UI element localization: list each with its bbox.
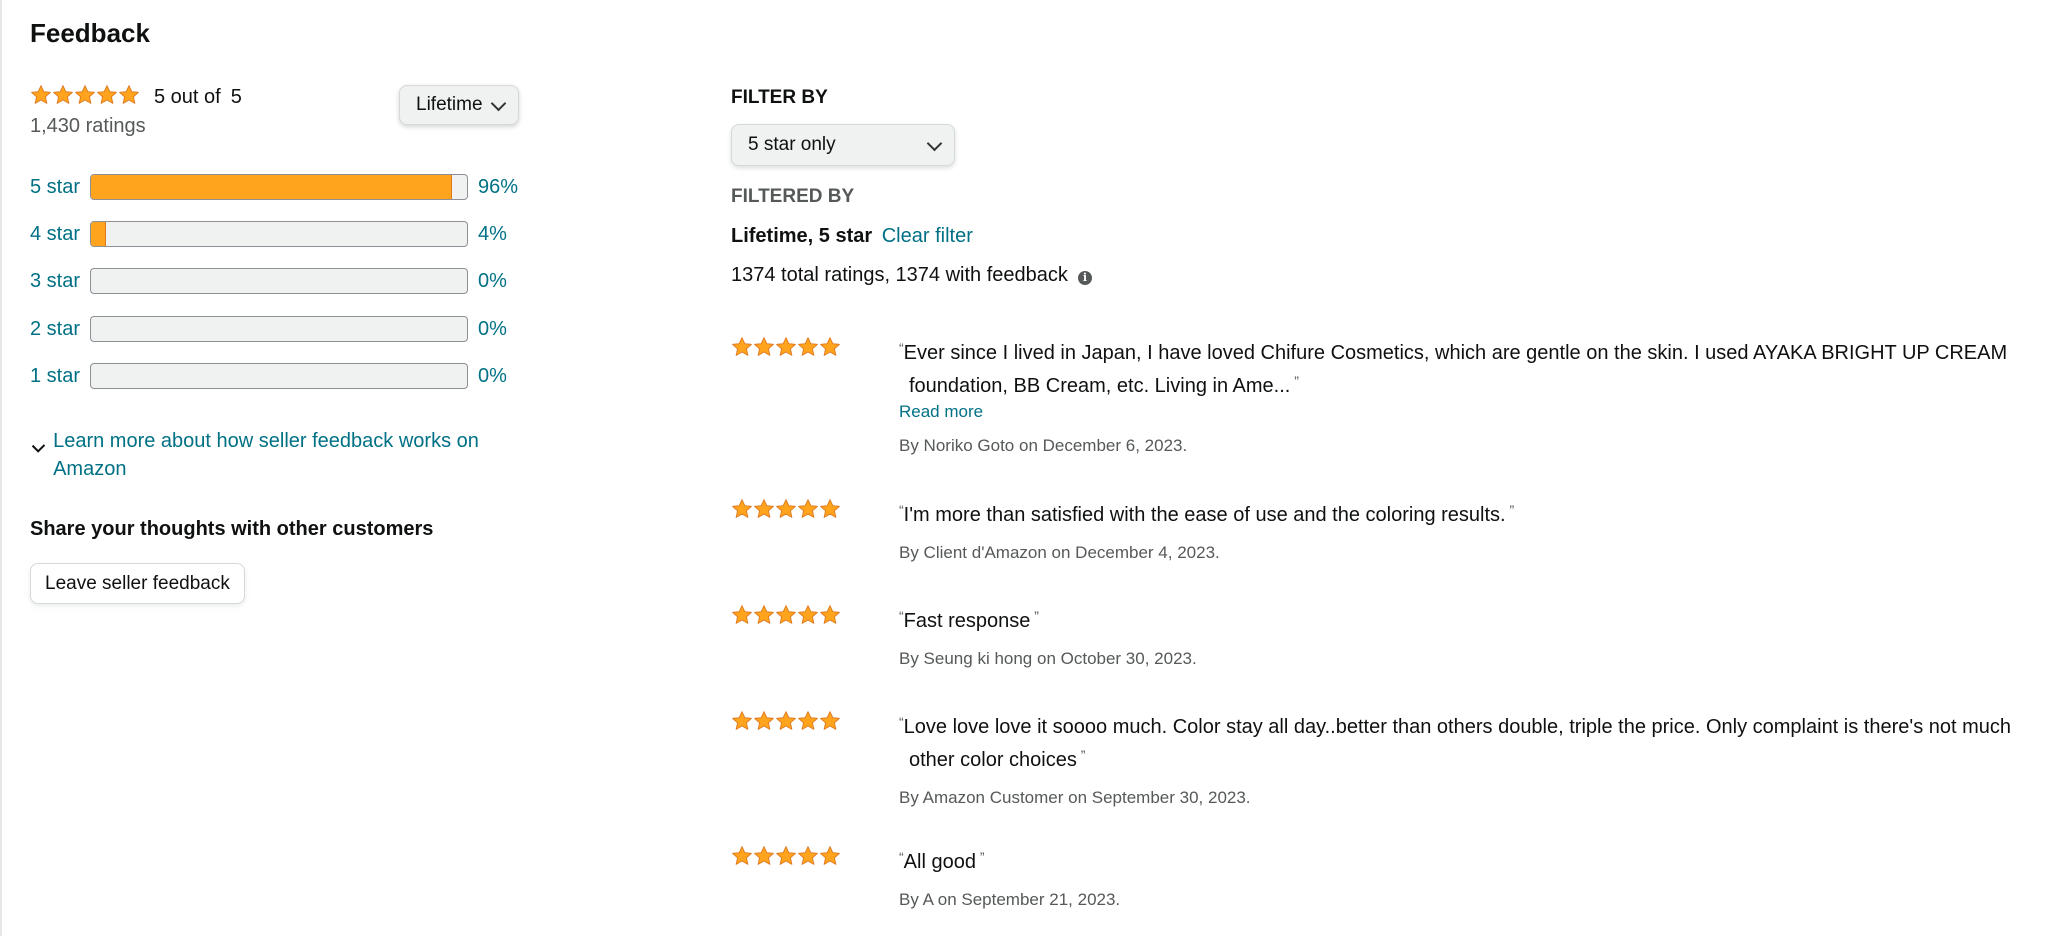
star-icon — [797, 710, 819, 732]
feedback-page: Feedback 5 out of 5 1,430 ratings Lifetim… — [0, 0, 2051, 936]
rating-summary-panel: 5 out of 5 1,430 ratings Lifetime 5 star … — [30, 0, 530, 936]
histogram-fill — [91, 222, 107, 246]
histogram-label[interactable]: 2 star — [30, 318, 90, 341]
star-icon — [731, 710, 753, 732]
rating-out-of: 5 out of 5 — [154, 86, 242, 108]
review-stars — [731, 710, 841, 737]
review-byline: By Client d'Amazon on December 4, 2023. — [899, 543, 1220, 562]
histogram-bar — [90, 363, 468, 389]
histogram-percent[interactable]: 0% — [478, 365, 507, 388]
histogram-fill — [91, 175, 452, 199]
review-text: “All good ” — [899, 849, 985, 873]
histogram-label[interactable]: 3 star — [30, 270, 90, 293]
review-byline: By A on September 21, 2023. — [899, 890, 1121, 909]
info-icon[interactable]: i — [1077, 270, 1092, 285]
histogram-percent[interactable]: 0% — [478, 270, 507, 293]
star-icon — [819, 498, 841, 520]
chevron-down-icon — [31, 439, 46, 453]
filtered-by-label: FILTERED BY — [731, 186, 855, 207]
histogram-row-4-star[interactable]: 4 star 4% — [30, 219, 550, 249]
histogram-row-2-star[interactable]: 2 star 0% — [30, 314, 550, 344]
star-icon — [74, 84, 96, 106]
star-icon — [819, 336, 841, 358]
star-icon — [731, 336, 753, 358]
star-icon — [731, 498, 753, 520]
share-heading: Share your thoughts with other customers — [30, 518, 434, 540]
star-icon — [775, 498, 797, 520]
review-text: “Fast response ” — [899, 608, 1039, 632]
overall-stars — [30, 84, 140, 111]
histogram-row-5-star[interactable]: 5 star 96% — [30, 172, 550, 202]
histogram-bar — [90, 221, 468, 247]
active-filter: Lifetime, 5 star Clear filter — [731, 225, 973, 248]
active-filter-text: Lifetime, 5 star — [731, 225, 873, 247]
learn-more-expander[interactable]: Learn more about how seller feedback wor… — [30, 427, 500, 483]
star-icon — [775, 336, 797, 358]
review-text: “I'm more than satisfied with the ease o… — [899, 502, 1515, 526]
review-byline: By Amazon Customer on September 30, 2023… — [899, 788, 1251, 807]
read-more-link[interactable]: Read more — [899, 402, 2029, 422]
histogram-label[interactable]: 1 star — [30, 365, 90, 388]
star-icon — [753, 336, 775, 358]
histogram-bar — [90, 316, 468, 342]
totals-text: 1374 total ratings, 1374 with feedback — [731, 264, 1068, 286]
star-icon — [797, 604, 819, 626]
histogram-label[interactable]: 4 star — [30, 223, 90, 246]
review-text: “Ever since I lived in Japan, I have lov… — [899, 340, 2008, 397]
star-icon — [753, 845, 775, 867]
chevron-down-icon — [490, 95, 507, 112]
star-icon — [753, 604, 775, 626]
review-stars — [731, 498, 841, 525]
star-icon — [96, 84, 118, 106]
histogram-percent[interactable]: 0% — [478, 318, 507, 341]
star-icon — [30, 84, 52, 106]
histogram-percent[interactable]: 96% — [478, 176, 518, 199]
star-filter-value: 5 star only — [748, 134, 836, 155]
star-filter-dropdown[interactable]: 5 star only — [731, 124, 955, 166]
star-icon — [731, 845, 753, 867]
overall-rating: 5 out of 5 1,430 ratings — [30, 84, 242, 138]
review-stars — [731, 336, 841, 363]
star-icon — [775, 604, 797, 626]
period-dropdown[interactable]: Lifetime — [399, 85, 519, 125]
star-icon — [118, 84, 140, 106]
learn-more-link[interactable]: Learn more about how seller feedback wor… — [53, 427, 500, 483]
histogram-row-1-star[interactable]: 1 star 0% — [30, 361, 550, 391]
star-icon — [52, 84, 74, 106]
feedback-list-panel: FILTER BY 5 star only FILTERED BY Lifeti… — [731, 0, 2031, 936]
review-byline: By Seung ki hong on October 30, 2023. — [899, 649, 1197, 668]
star-icon — [797, 498, 819, 520]
totals-summary: 1374 total ratings, 1374 with feedback i — [731, 264, 1092, 287]
histogram-row-3-star[interactable]: 3 star 0% — [30, 266, 550, 296]
star-icon — [753, 498, 775, 520]
review-text: “Love love love it soooo much. Color sta… — [899, 714, 2012, 771]
star-icon — [775, 845, 797, 867]
histogram-bar — [90, 268, 468, 294]
histogram-bar — [90, 174, 468, 200]
review-byline: By Noriko Goto on December 6, 2023. — [899, 436, 1188, 455]
star-icon — [819, 710, 841, 732]
star-icon — [819, 845, 841, 867]
star-icon — [797, 336, 819, 358]
star-icon — [797, 845, 819, 867]
star-icon — [753, 710, 775, 732]
star-icon — [731, 604, 753, 626]
chevron-down-icon — [926, 135, 943, 152]
review-stars — [731, 604, 841, 631]
clear-filter-link[interactable]: Clear filter — [882, 225, 973, 247]
leave-seller-feedback-button[interactable]: Leave seller feedback — [30, 563, 245, 604]
histogram-percent[interactable]: 4% — [478, 223, 507, 246]
histogram-label[interactable]: 5 star — [30, 176, 90, 199]
star-icon — [819, 604, 841, 626]
period-dropdown-value: Lifetime — [416, 94, 483, 115]
filter-by-label: FILTER BY — [731, 87, 828, 108]
review-stars — [731, 845, 841, 872]
star-icon — [775, 710, 797, 732]
ratings-count: 1,430 ratings — [30, 115, 146, 137]
